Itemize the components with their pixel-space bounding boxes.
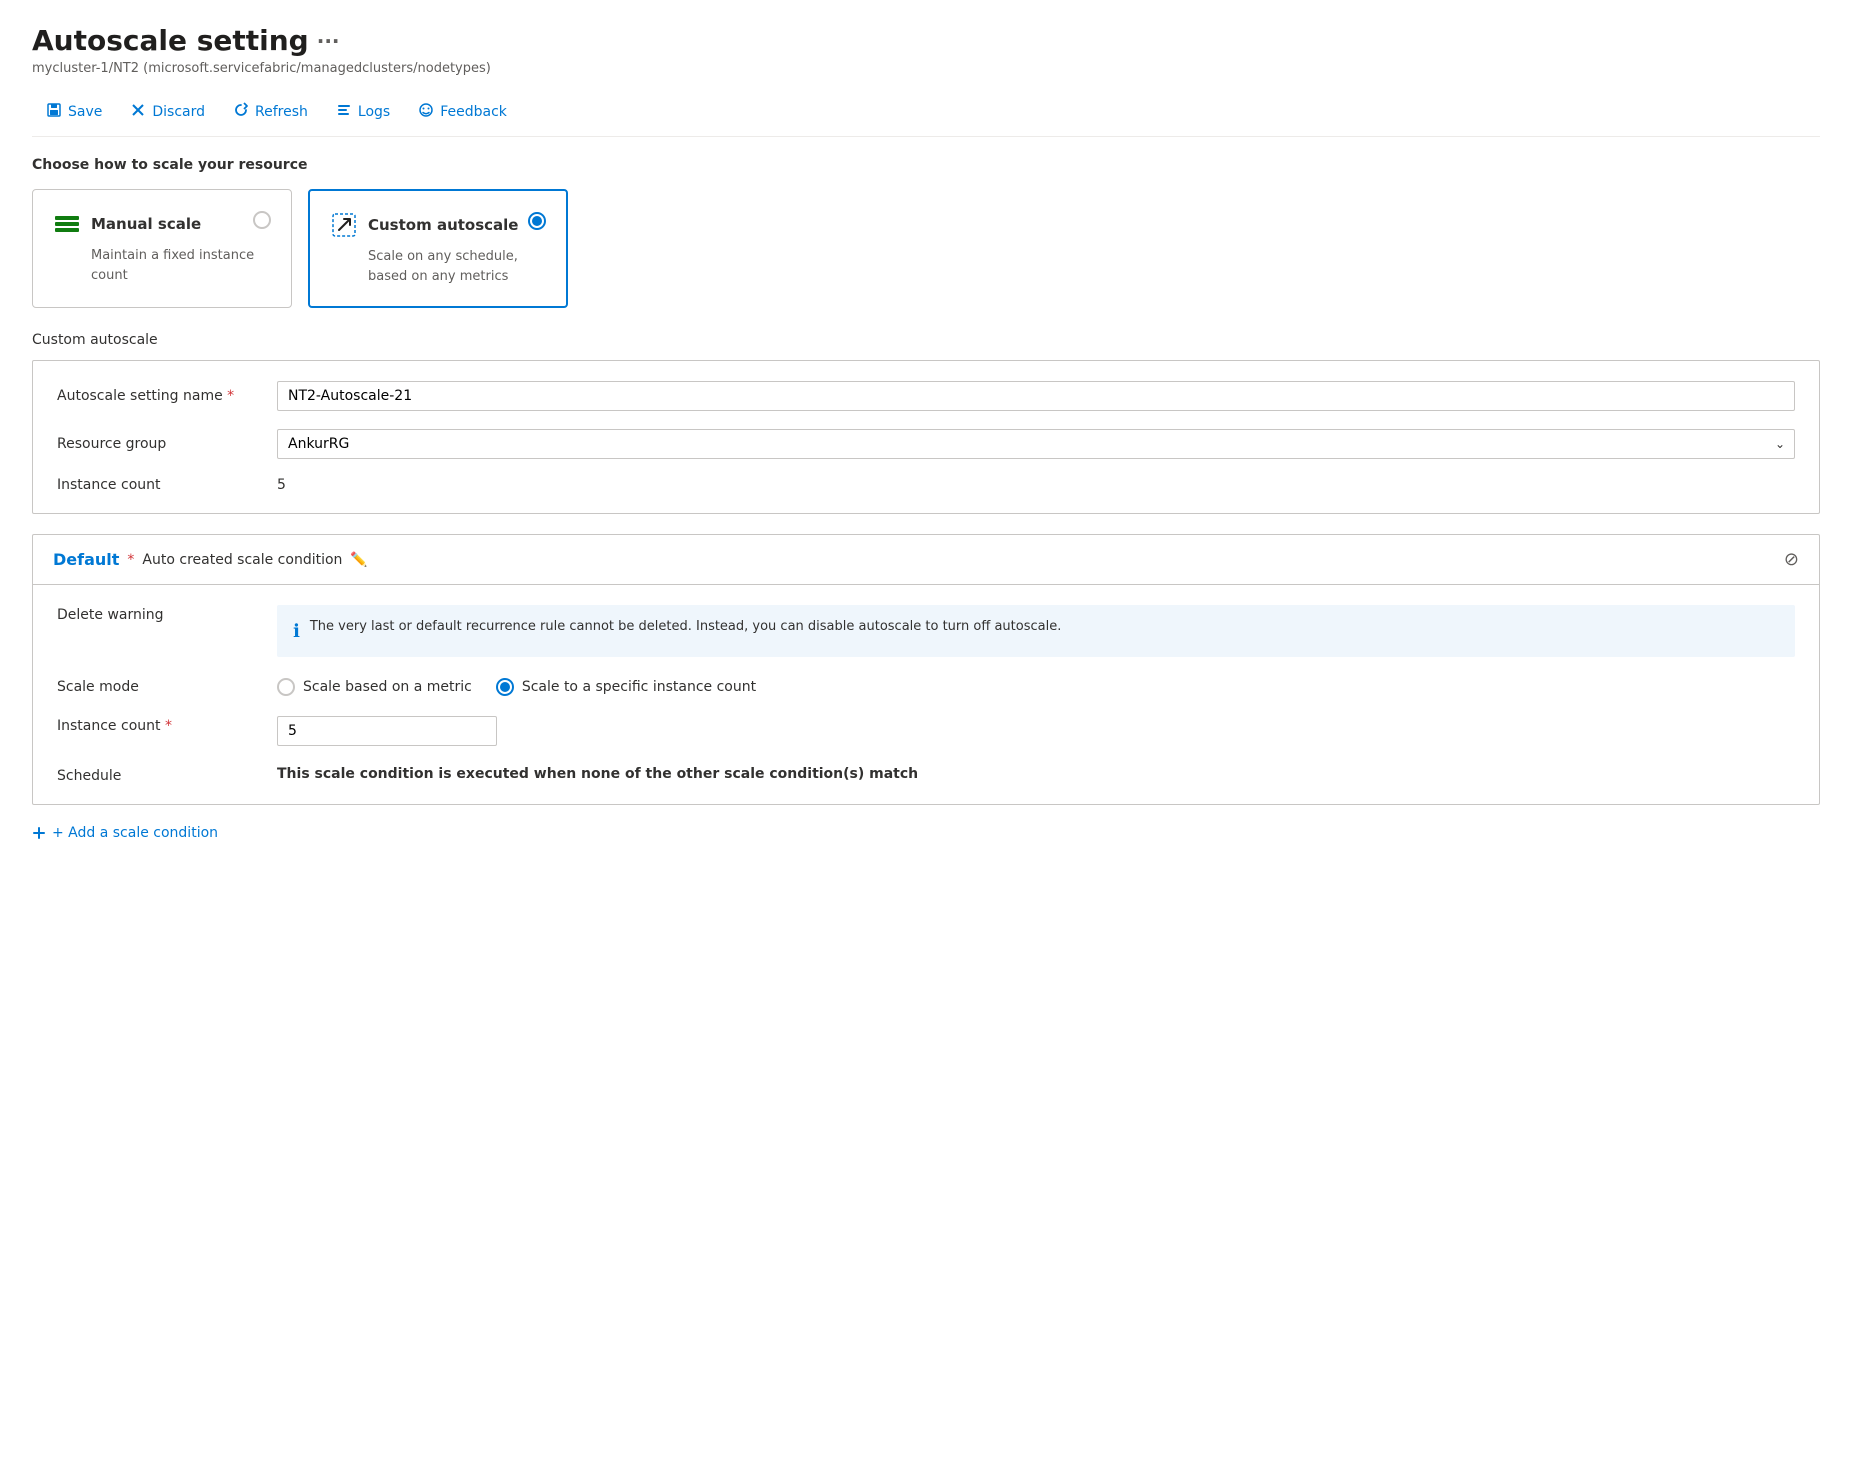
custom-autoscale-radio[interactable]: [528, 212, 546, 230]
scale-instance-label: Scale to a specific instance count: [522, 679, 756, 695]
condition-box: Default * Auto created scale condition ✏…: [32, 534, 1820, 805]
condition-body: Delete warning ℹ The very last or defaul…: [33, 585, 1819, 804]
autoscale-form: Autoscale setting name * Resource group …: [32, 360, 1820, 514]
condition-instance-count-input[interactable]: [277, 716, 497, 746]
manual-scale-card[interactable]: Manual scale Maintain a fixed instance c…: [32, 189, 292, 308]
scale-instance-radio[interactable]: [496, 678, 514, 696]
info-icon: ℹ: [293, 618, 300, 645]
condition-title: Auto created scale condition: [142, 552, 342, 568]
toolbar: Save Discard Refresh Logs Feedback: [32, 88, 1820, 137]
schedule-row: Schedule This scale condition is execute…: [57, 766, 1795, 784]
custom-autoscale-icon: [330, 211, 358, 239]
scale-metric-label: Scale based on a metric: [303, 679, 472, 695]
page-header: Autoscale setting ··· mycluster-1/NT2 (m…: [32, 24, 1820, 76]
custom-autoscale-title: Custom autoscale: [368, 216, 518, 234]
instance-count-value: 5: [277, 477, 286, 493]
schedule-label: Schedule: [57, 766, 277, 784]
manual-scale-desc: Maintain a fixed instance count: [91, 246, 271, 285]
scale-metric-radio[interactable]: [277, 678, 295, 696]
manual-scale-title: Manual scale: [91, 215, 201, 233]
scale-metric-option[interactable]: Scale based on a metric: [277, 677, 472, 696]
resource-group-value: AnkurRG ⌄: [277, 429, 1795, 459]
add-scale-condition-button[interactable]: + Add a scale condition: [32, 825, 1820, 841]
autoscale-name-input[interactable]: [277, 381, 1795, 411]
resource-group-label: Resource group: [57, 436, 277, 452]
discard-button[interactable]: Discard: [116, 96, 219, 128]
instance-required-star: *: [165, 718, 172, 734]
autoscale-name-label: Autoscale setting name *: [57, 388, 277, 404]
schedule-text: This scale condition is executed when no…: [277, 766, 918, 782]
refresh-icon: [233, 102, 249, 122]
discard-icon: [130, 102, 146, 122]
name-required-star: *: [227, 388, 234, 404]
delete-warning-value: ℹ The very last or default recurrence ru…: [277, 605, 1795, 657]
resource-group-row: Resource group AnkurRG ⌄: [57, 429, 1795, 459]
condition-instance-count-row: Instance count *: [57, 716, 1795, 746]
manual-scale-radio[interactable]: [253, 211, 271, 229]
edit-icon[interactable]: ✏️: [350, 552, 367, 568]
save-icon: [46, 102, 62, 122]
condition-header: Default * Auto created scale condition ✏…: [33, 535, 1819, 585]
disable-icon[interactable]: ⊘: [1784, 549, 1799, 570]
delete-warning-label: Delete warning: [57, 605, 277, 623]
save-button[interactable]: Save: [32, 96, 116, 128]
custom-autoscale-desc: Scale on any schedule, based on any metr…: [368, 247, 546, 286]
instance-count-row: Instance count 5: [57, 477, 1795, 493]
scale-section-heading: Choose how to scale your resource: [32, 157, 1820, 173]
feedback-button[interactable]: Feedback: [404, 96, 521, 128]
condition-required-star: *: [127, 552, 134, 568]
scale-mode-options: Scale based on a metric Scale to a speci…: [277, 677, 1795, 696]
page-title: Autoscale setting: [32, 24, 309, 57]
delete-warning-row: Delete warning ℹ The very last or defaul…: [57, 605, 1795, 657]
plus-icon: [32, 826, 46, 840]
scale-instance-option[interactable]: Scale to a specific instance count: [496, 677, 756, 696]
scale-mode-label: Scale mode: [57, 677, 277, 695]
scale-cards: Manual scale Maintain a fixed instance c…: [32, 189, 1820, 308]
custom-autoscale-section-label: Custom autoscale: [32, 332, 1820, 348]
autoscale-name-row: Autoscale setting name *: [57, 381, 1795, 411]
delete-warning-alert: ℹ The very last or default recurrence ru…: [277, 605, 1795, 657]
refresh-button[interactable]: Refresh: [219, 96, 322, 128]
scale-mode-row: Scale mode Scale based on a metric Scale…: [57, 677, 1795, 696]
logs-button[interactable]: Logs: [322, 96, 404, 128]
more-options-icon[interactable]: ···: [317, 29, 340, 53]
page-subtitle: mycluster-1/NT2 (microsoft.servicefabric…: [32, 61, 1820, 76]
default-label: Default: [53, 550, 119, 569]
feedback-icon: [418, 102, 434, 122]
logs-icon: [336, 102, 352, 122]
condition-instance-count-label: Instance count *: [57, 716, 277, 734]
resource-group-select[interactable]: AnkurRG: [277, 429, 1795, 459]
custom-autoscale-card[interactable]: Custom autoscale Scale on any schedule, …: [308, 189, 568, 308]
autoscale-name-value: [277, 381, 1795, 411]
manual-scale-icon: [53, 210, 81, 238]
instance-count-label: Instance count: [57, 477, 277, 493]
